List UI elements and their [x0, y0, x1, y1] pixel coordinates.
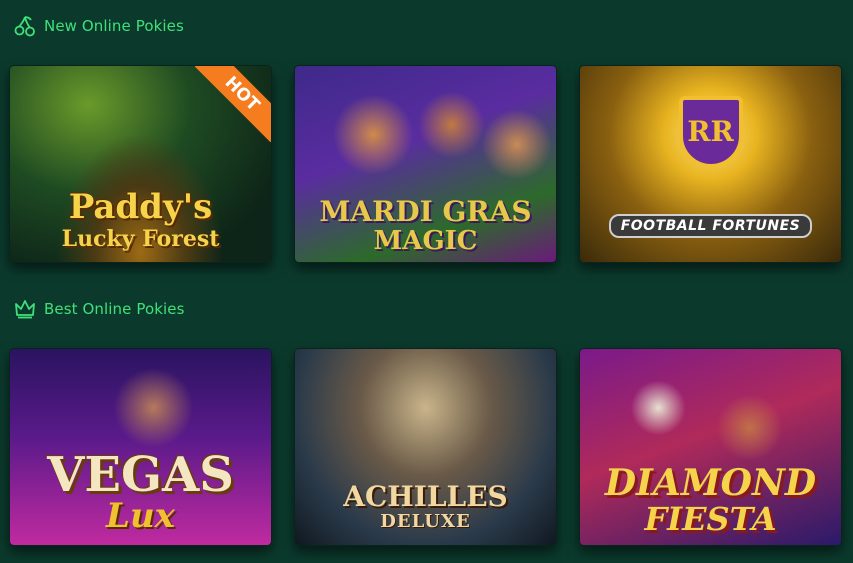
game-card-mardi-gras-magic[interactable]: MARDI GRAS MAGIC	[294, 65, 557, 263]
section-title: New Online Pokies	[44, 17, 184, 35]
cherry-icon	[14, 15, 36, 37]
game-logo-line1: FOOTBALL FORTUNES	[608, 214, 813, 238]
crest-logo: RR	[678, 96, 743, 168]
section-title: Best Online Pokies	[44, 300, 185, 318]
game-logo: ACHILLES DELUXE	[295, 483, 556, 531]
game-card-diamond-fiesta[interactable]: DIAMOND FIESTA	[579, 348, 842, 546]
section-header-new-pokies: New Online Pokies	[14, 13, 184, 39]
game-logo: VEGAS Lux	[10, 451, 271, 533]
game-card-paddys-lucky-forest[interactable]: Paddy's Lucky Forest HOT	[9, 65, 272, 263]
game-logo-line2: Lucky Forest	[61, 226, 220, 252]
game-card-achilles-deluxe[interactable]: ACHILLES DELUXE	[294, 348, 557, 546]
hot-badge-label: HOT	[195, 66, 271, 142]
game-card-football-fortunes[interactable]: RR FOOTBALL FORTUNES	[579, 65, 842, 263]
game-logo-line1: VEGAS	[47, 447, 234, 503]
section-header-best-pokies: Best Online Pokies	[14, 296, 185, 322]
game-logo: MARDI GRAS MAGIC	[295, 195, 556, 256]
game-logo: FOOTBALL FORTUNES	[580, 214, 841, 238]
game-card-vegas-lux[interactable]: VEGAS Lux	[9, 348, 272, 546]
game-logo-line2: DELUXE	[380, 511, 471, 532]
game-logo: DIAMOND FIESTA	[580, 465, 841, 535]
hot-badge: HOT	[195, 66, 271, 142]
game-logo-line1: ACHILLES	[343, 480, 508, 513]
game-logo-line1: MARDI GRAS	[319, 195, 532, 228]
game-logo-line1: Paddy's	[68, 187, 213, 227]
game-logo-line2: Lux	[106, 496, 175, 536]
game-logo-line2: FIESTA	[644, 500, 777, 538]
game-logo-line1: DIAMOND	[604, 462, 817, 504]
game-logo-line2: MAGIC	[373, 226, 478, 256]
game-logo: Paddy's Lucky Forest	[10, 190, 271, 250]
crown-icon	[14, 298, 36, 320]
